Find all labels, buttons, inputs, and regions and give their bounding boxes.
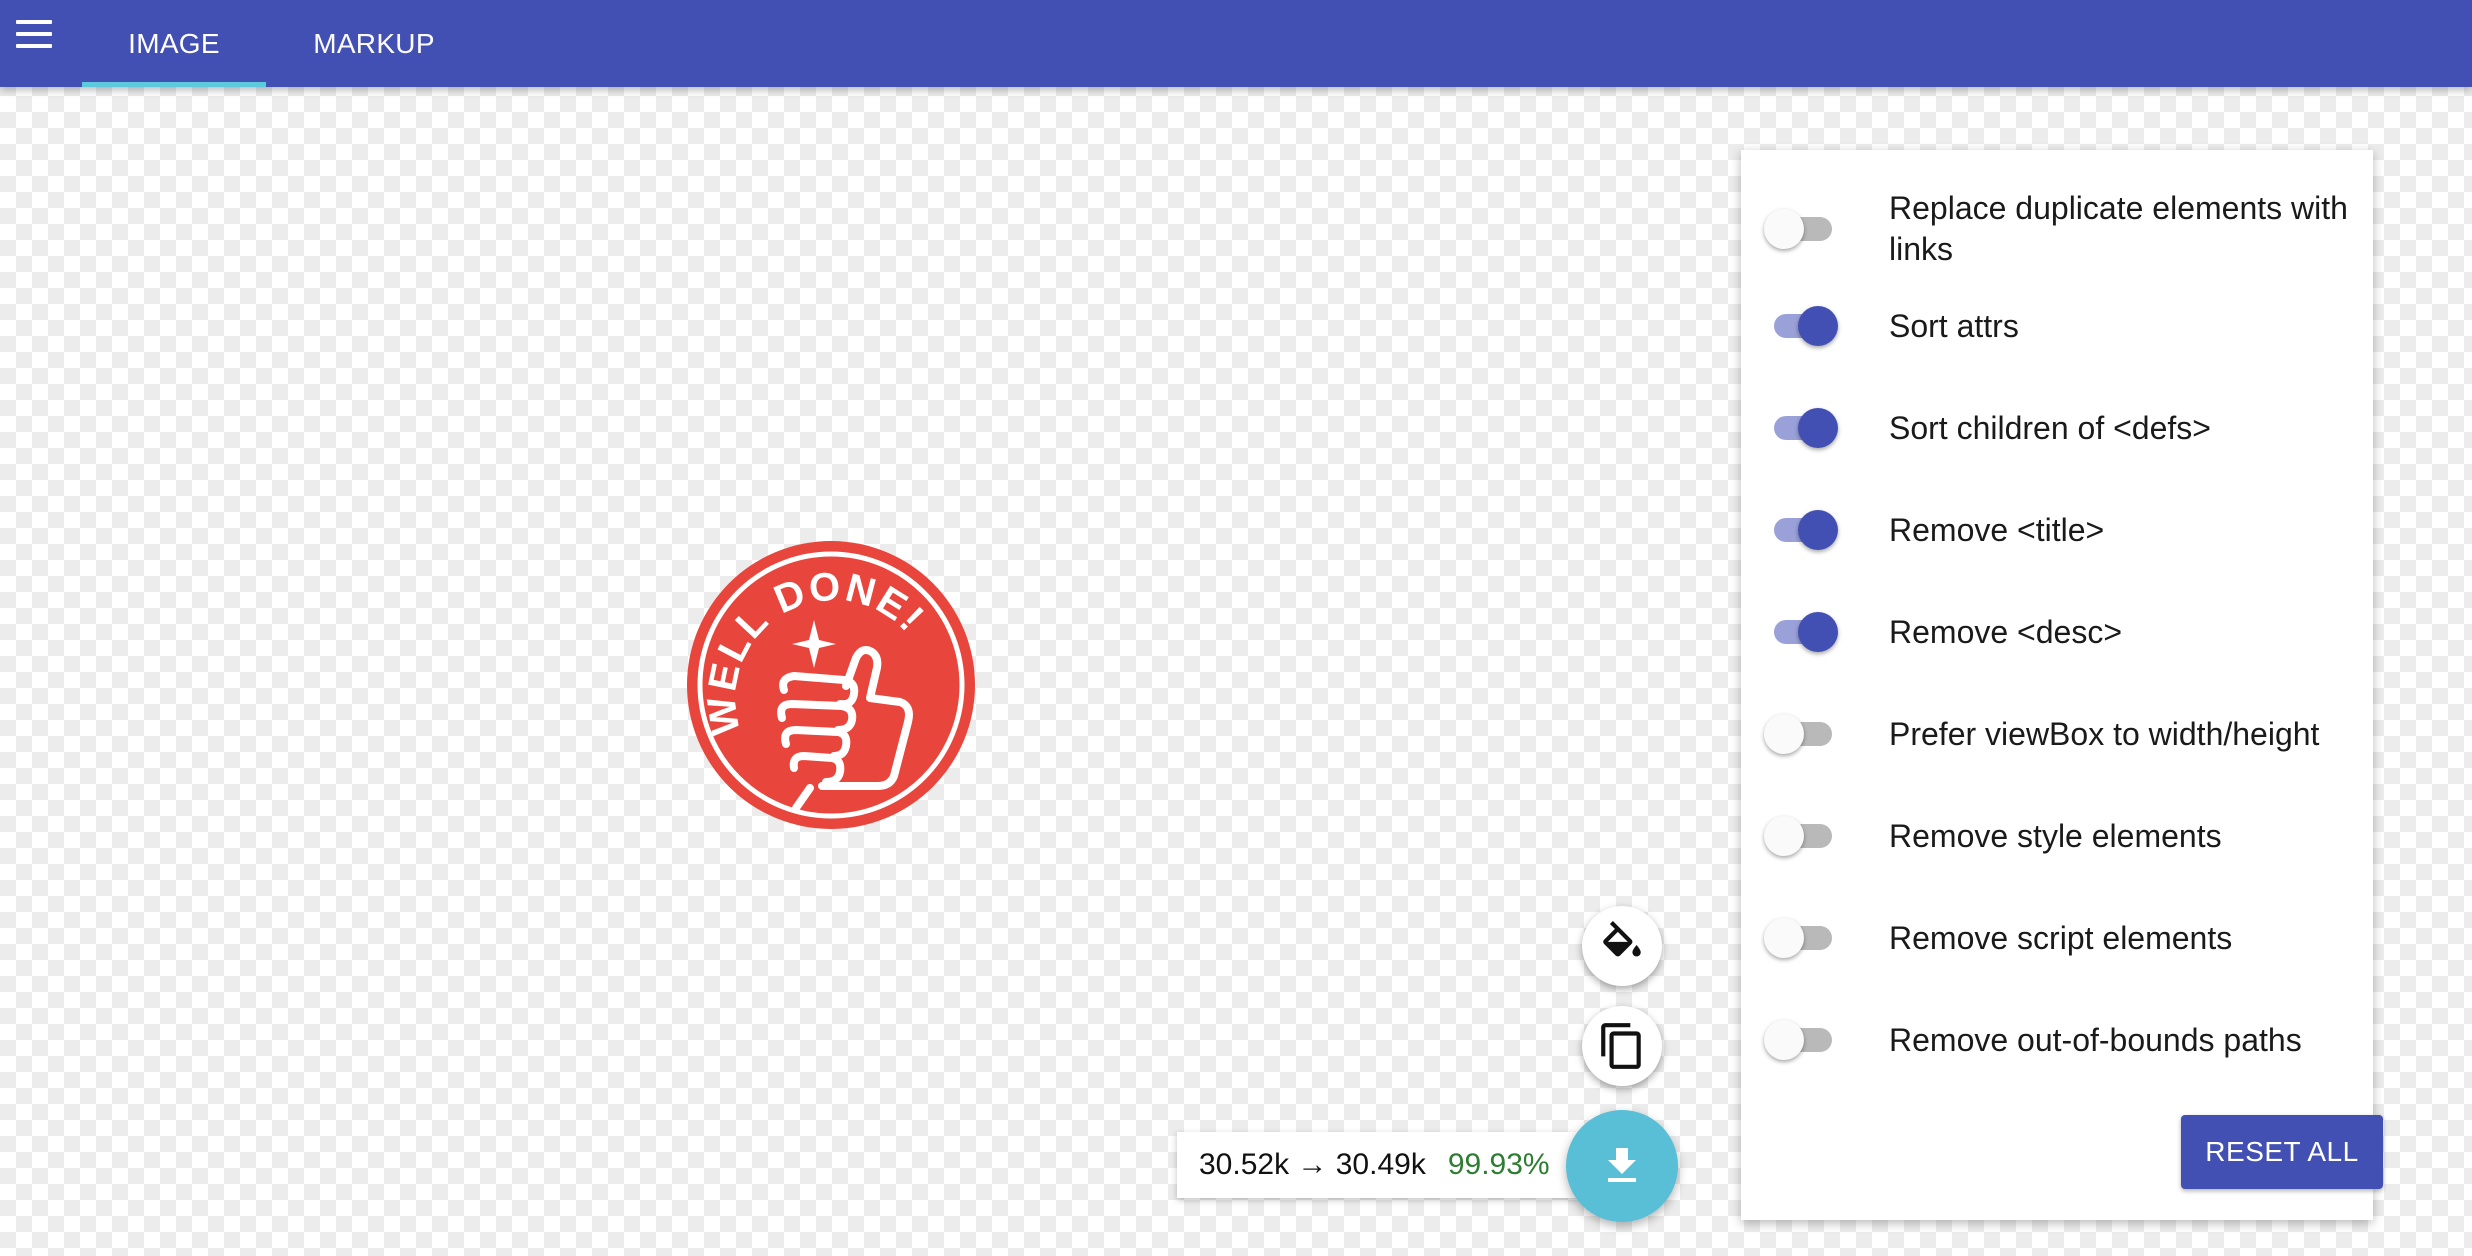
download-button[interactable] [1566,1110,1678,1222]
option-replace-duplicates: Replace duplicate elements with links [1741,188,2373,270]
option-sort-defs: Sort children of <defs> [1741,398,2373,458]
option-remove-script: Remove script elements [1741,908,2373,968]
background-toggle-button[interactable] [1582,906,1662,986]
option-label: Sort attrs [1889,307,2019,344]
copy-icon [1601,1023,1641,1069]
well-done-stamp-image: WELL DONE! [687,541,975,829]
toggle-sort-defs[interactable] [1764,398,1858,458]
paint-bucket-icon [1603,921,1641,957]
option-label: Replace duplicate elements with links [1889,190,2348,267]
toggle-remove-desc[interactable] [1764,602,1858,662]
toggle-remove-out-of-bounds[interactable] [1764,1010,1858,1070]
option-sort-attrs: Sort attrs [1741,296,2373,356]
toggle-remove-title[interactable] [1764,500,1858,560]
menu-icon[interactable] [12,16,56,56]
option-remove-out-of-bounds: Remove out-of-bounds paths [1741,1010,2373,1070]
size-summary: 30.52k → 30.49k 99.93% [1177,1132,1577,1198]
option-remove-style: Remove style elements [1741,806,2373,866]
toggle-remove-script[interactable] [1764,908,1858,968]
option-label: Remove <desc> [1889,613,2123,650]
option-label: Remove script elements [1889,919,2233,956]
option-label: Sort children of <defs> [1889,409,2211,446]
option-label: Remove <title> [1889,511,2105,548]
option-label: Remove out-of-bounds paths [1889,1021,2302,1058]
option-label: Prefer viewBox to width/height [1889,715,2320,752]
reset-all-button[interactable]: RESET ALL [2181,1115,2383,1189]
toggle-sort-attrs[interactable] [1764,296,1858,356]
toggle-remove-style[interactable] [1764,806,1858,866]
tab-image[interactable]: IMAGE [82,0,266,87]
settings-panel: Replace duplicate elements with links So… [1741,150,2383,1220]
option-label: Remove style elements [1889,817,2222,854]
copy-button[interactable] [1582,1006,1662,1086]
size-comparison: 30.52k → 30.49k [1199,1148,1426,1181]
active-tab-indicator [82,82,266,87]
option-remove-title: Remove <title> [1741,500,2373,560]
option-remove-desc: Remove <desc> [1741,602,2373,662]
download-icon [1608,1148,1636,1182]
toggle-prefer-viewbox[interactable] [1764,704,1858,764]
size-percent: 99.93% [1447,1148,1550,1181]
tab-markup[interactable]: MARKUP [276,0,472,87]
option-prefer-viewbox: Prefer viewBox to width/height [1741,704,2373,764]
toggle-replace-duplicates[interactable] [1764,199,1858,259]
app-bar: IMAGE MARKUP [0,0,2472,87]
